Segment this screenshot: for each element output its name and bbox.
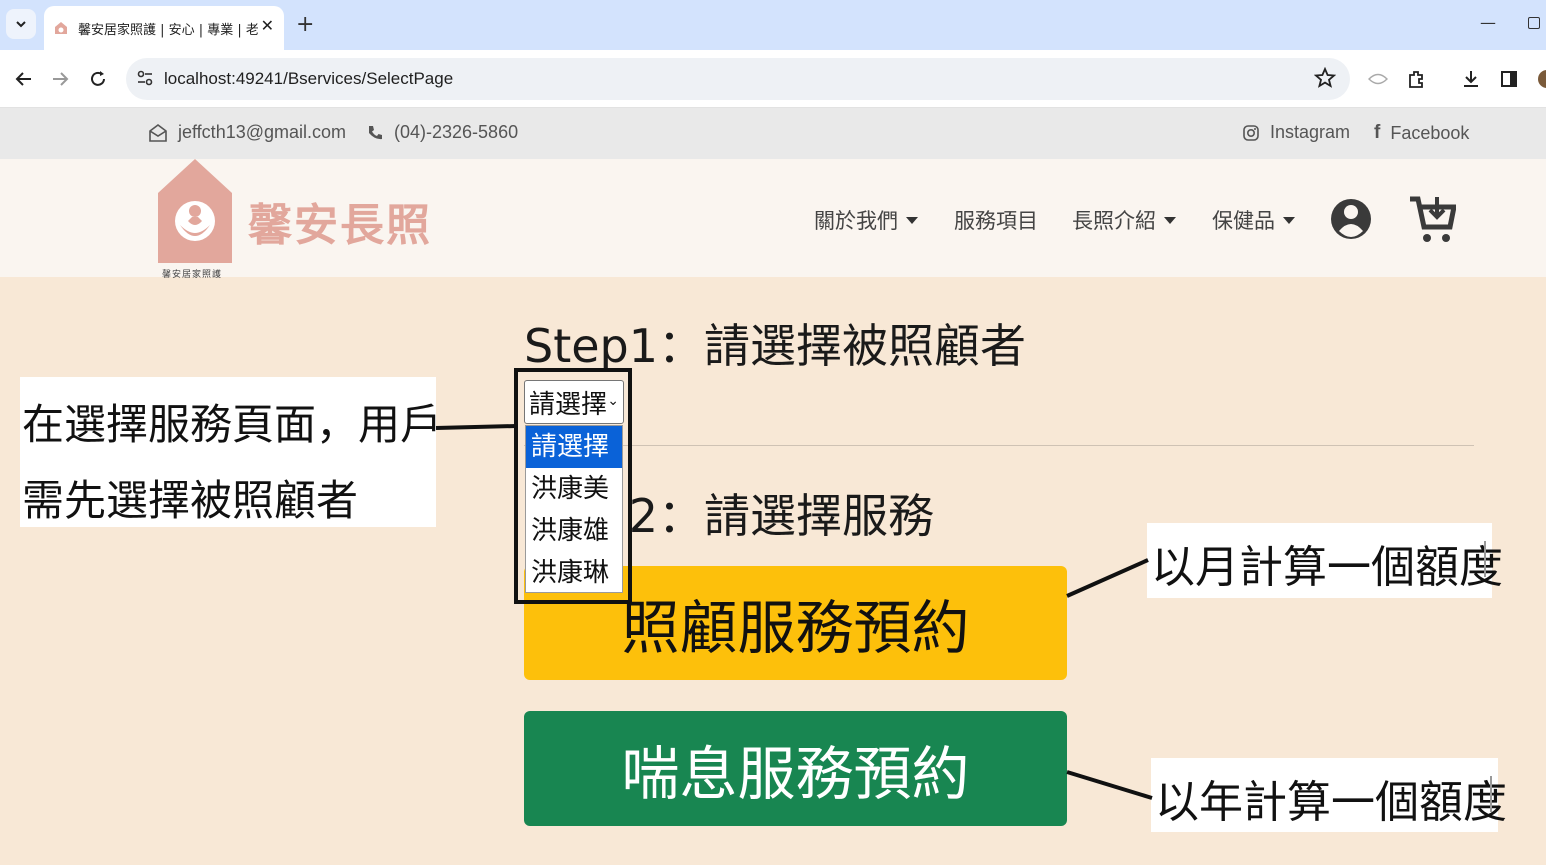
facebook-link[interactable]: f Facebook [1374, 122, 1469, 144]
close-icon[interactable]: ✕ [261, 16, 274, 35]
caret-down-icon [1164, 216, 1176, 224]
chevron-down-icon [16, 21, 26, 28]
step1-heading: Step1：請選擇被照顧者 [524, 319, 1027, 373]
address-bar[interactable]: localhost:49241/Bservices/SelectPage [126, 58, 1350, 100]
browser-toolbar: localhost:49241/Bservices/SelectPage [0, 50, 1546, 108]
connector-right-1 [1066, 558, 1149, 598]
site-topbar: jeffcth13@gmail.com (04)-2326-5860 Insta… [0, 108, 1546, 159]
nav-about[interactable]: 關於我們 [814, 205, 918, 235]
back-icon[interactable] [12, 67, 36, 91]
user-icon[interactable] [1330, 195, 1372, 243]
nav-about-label: 關於我們 [814, 209, 898, 233]
connector-right-2 [1066, 770, 1153, 800]
logo[interactable] [158, 159, 232, 263]
instagram-link[interactable]: Instagram [1242, 122, 1350, 143]
site-header: 馨安居家照護 馨安長照 關於我們 服務項目 長照介紹 保健品 [0, 159, 1546, 280]
annotation-line: 在選擇服務頁面，用戶 [22, 400, 443, 449]
annotation-select-recipient: 在選擇服務頁面，用戶 需先選擇被照顧者 [20, 377, 443, 527]
browser-tab-strip: 馨安居家照護 | 安心 | 專業 | 老人 ✕ + — [0, 0, 1546, 50]
select-dropdown-list: 請選擇 洪康美 洪康雄 洪康琳 [525, 425, 623, 593]
facebook-icon: f [1374, 122, 1381, 143]
divider [524, 445, 1474, 446]
annotation-yearly-quota: 以年計算一個額度 [1151, 758, 1507, 832]
favicon-icon [55, 22, 67, 34]
phone-icon [369, 125, 382, 139]
annotation-text: 以年計算一個額度 [1155, 777, 1507, 828]
tab-search-button[interactable] [6, 9, 36, 39]
select-value: 請選擇 [529, 389, 608, 420]
phone-text: (04)-2326-5860 [394, 122, 519, 142]
tab-title: 馨安居家照護 | 安心 | 專業 | 老人 [78, 22, 258, 38]
mail-icon [149, 123, 167, 142]
nav-services[interactable]: 服務項目 [954, 205, 1038, 235]
forward-icon[interactable] [48, 67, 72, 91]
connector-left [435, 424, 517, 430]
step2-heading-text: 2：請選擇服務 [628, 489, 935, 543]
facebook-text: Facebook [1390, 122, 1470, 143]
browser-tab-active[interactable]: 馨安居家照護 | 安心 | 專業 | 老人 ✕ [44, 6, 284, 50]
nav-health-products-label: 保健品 [1212, 209, 1275, 233]
nav-ltc-intro-label: 長照介紹 [1072, 209, 1156, 233]
instagram-text: Instagram [1270, 122, 1351, 142]
caret-down-icon [906, 216, 918, 224]
star-icon[interactable] [1314, 67, 1336, 89]
annotation-cursor [1490, 776, 1492, 812]
annotation-cursor [1484, 541, 1486, 577]
annotation-monthly-quota: 以月計算一個額度 [1147, 523, 1503, 598]
nav-health-products[interactable]: 保健品 [1212, 205, 1295, 235]
select-option[interactable]: 洪康美 [526, 468, 622, 510]
chevron-down-icon: ⌄ [607, 393, 619, 409]
plus-icon[interactable]: + [296, 12, 314, 37]
email-contact[interactable]: jeffcth13@gmail.com [148, 122, 346, 143]
email-text: jeffcth13@gmail.com [178, 122, 347, 142]
select-option[interactable]: 洪康琳 [526, 552, 622, 594]
annotation-text: 以月計算一個額度 [1151, 542, 1503, 593]
logo-text[interactable]: 馨安長照 [248, 189, 432, 253]
instagram-icon [1243, 124, 1259, 141]
eye-extension-icon[interactable] [1366, 67, 1390, 91]
phone-contact[interactable]: (04)-2326-5860 [366, 122, 518, 143]
nav-ltc-intro[interactable]: 長照介紹 [1072, 205, 1176, 235]
restore-icon[interactable] [1528, 17, 1540, 29]
logo-caption: 馨安居家照護 [162, 270, 223, 280]
nav-services-label: 服務項目 [954, 209, 1038, 233]
profile-icon[interactable] [1532, 67, 1546, 91]
site-settings-icon[interactable] [136, 69, 154, 87]
minimize-icon[interactable]: — [1480, 13, 1496, 32]
select-option[interactable]: 洪康雄 [526, 510, 622, 552]
caret-down-icon [1283, 216, 1295, 224]
sidepanel-icon[interactable] [1497, 67, 1521, 91]
care-recipient-select[interactable]: 請選擇 ⌄ [524, 380, 624, 424]
reload-icon[interactable] [86, 67, 110, 91]
logo-house-icon [158, 159, 232, 263]
annotation-line: 需先選擇被照顧者 [22, 476, 359, 525]
select-option[interactable]: 請選擇 [526, 426, 622, 468]
extensions-icon[interactable] [1404, 67, 1428, 91]
respite-service-booking-button[interactable]: 喘息服務預約 [524, 711, 1067, 826]
url-text: localhost:49241/Bservices/SelectPage [164, 69, 454, 88]
download-icon[interactable] [1459, 67, 1483, 91]
cart-icon[interactable] [1408, 195, 1456, 245]
